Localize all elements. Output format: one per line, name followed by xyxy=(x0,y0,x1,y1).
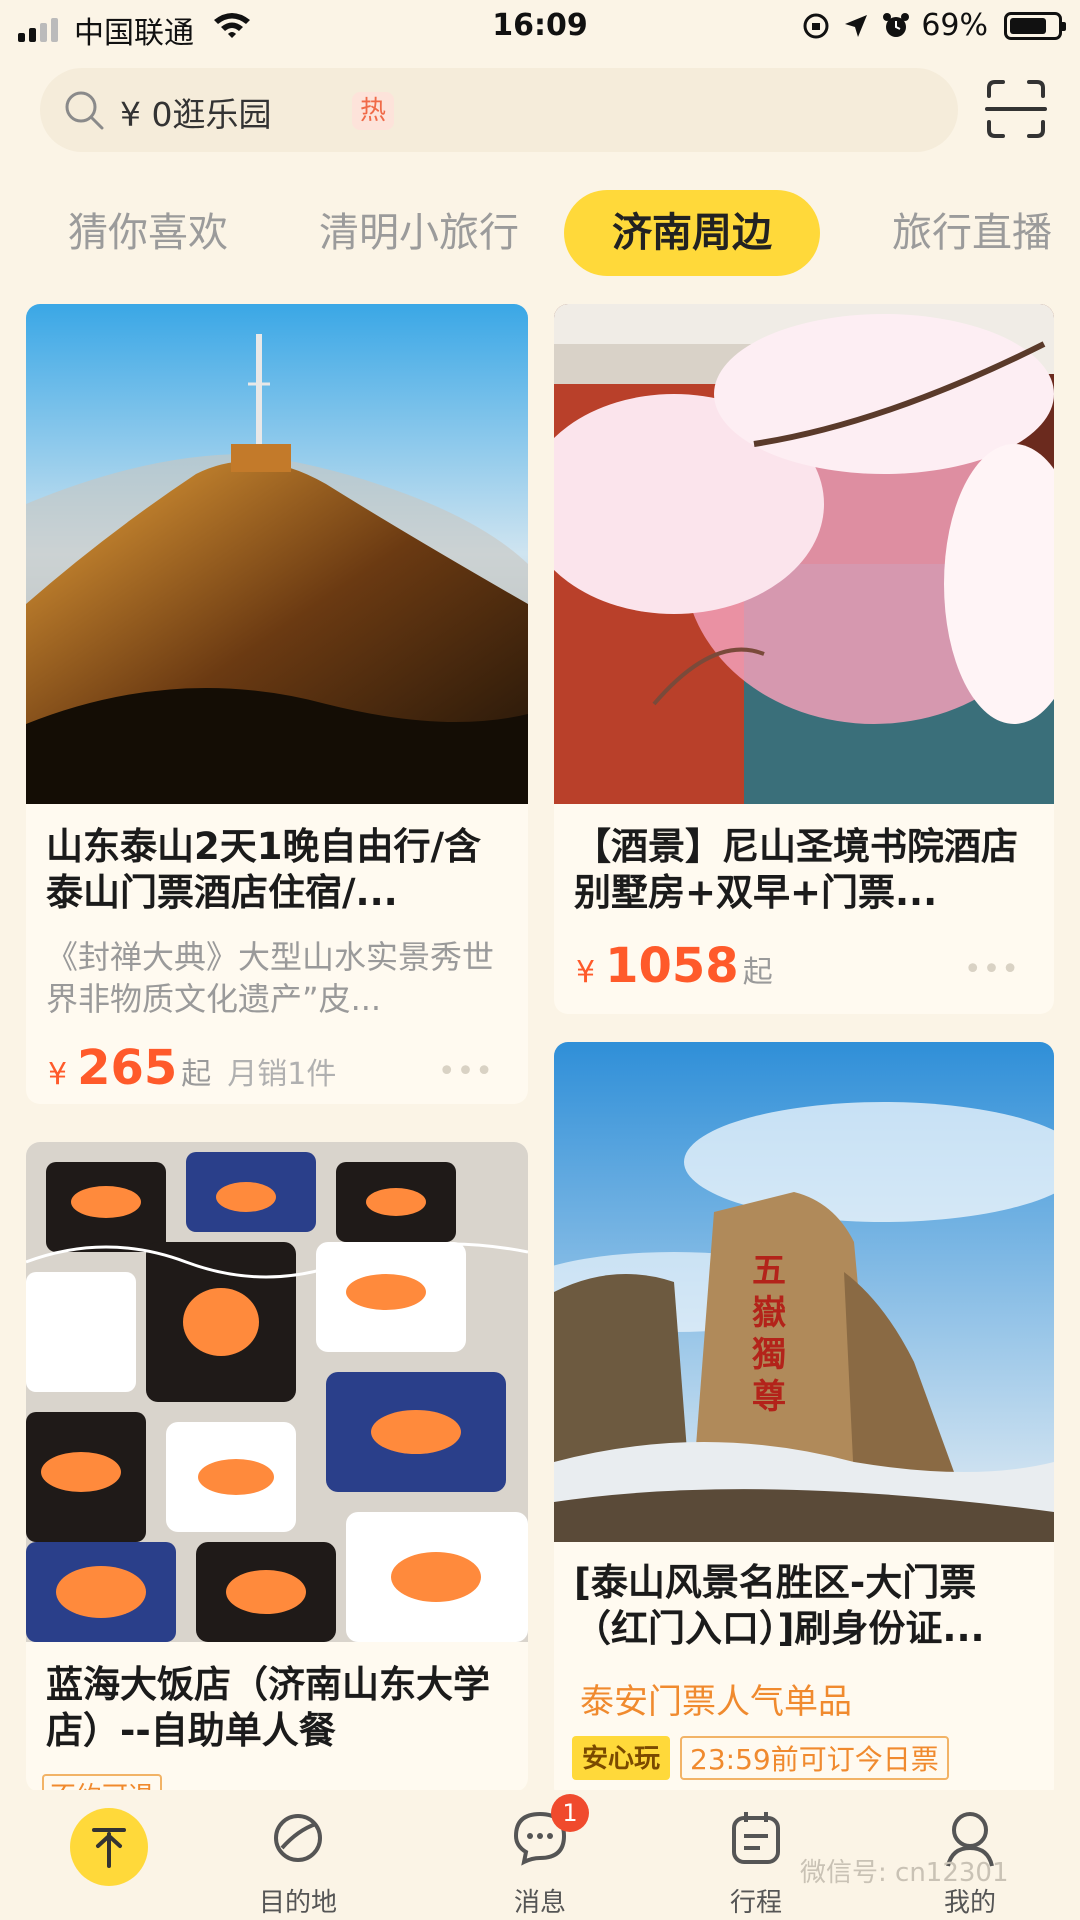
tab-jinan-nearby[interactable]: 济南周边 xyxy=(564,190,820,276)
alarm-icon xyxy=(883,12,910,37)
price-suffix: 起 xyxy=(742,955,773,990)
tab-travel-live[interactable]: 旅行直播 xyxy=(872,190,1072,276)
tab-qingming-trip[interactable]: 清明小旅行 xyxy=(304,190,534,276)
price-row: ¥ 265 起 月销1件 xyxy=(48,1040,336,1096)
safe-play-badge: 安心玩 xyxy=(572,1736,671,1780)
nav-label: 消息 xyxy=(513,1888,566,1918)
price-value: 265 xyxy=(77,1040,178,1096)
status-bar: 中国联通 16:09 69% xyxy=(0,0,1080,54)
more-options-icon[interactable]: ••• xyxy=(964,952,1020,987)
home-top-icon xyxy=(92,1828,126,1868)
product-card-taishan-trip[interactable]: 山东泰山2天1晚自由行/含泰山门票酒店住宿/... 《封禅大典》大型山水实景秀世… xyxy=(26,304,528,1104)
nav-destination[interactable]: 目的地 xyxy=(228,1790,368,1920)
scan-icon[interactable] xyxy=(985,78,1047,140)
search-icon xyxy=(65,91,104,130)
sashimi-buffet-photo xyxy=(26,1142,528,1642)
svg-text:尊: 尊 xyxy=(752,1377,786,1417)
battery-icon xyxy=(1004,11,1066,40)
category-tabs: 猜你喜欢 清明小旅行 济南周边 旅行直播 xyxy=(0,190,1080,282)
nav-messages[interactable]: 消息 xyxy=(470,1790,610,1920)
price-value: 1058 xyxy=(605,938,739,994)
product-card-lanhai-buffet[interactable]: 蓝海大饭店（济南山东大学店）--自助单人餐 不约可退 xyxy=(26,1142,528,1792)
search-bar[interactable]: ¥ 0逛乐园 热 xyxy=(40,68,958,152)
rotation-lock-icon xyxy=(803,13,829,38)
card-subtitle: 《封禅大典》大型山水实景秀世界非物质文化遗产”皮... xyxy=(46,938,495,1018)
product-card-taishan-ticket[interactable]: 五 嶽 獨 尊 [泰山风景名胜区-大门票（红门入口）]刷身份证... 泰安门票人… xyxy=(554,1042,1054,1802)
hot-badge: 热 xyxy=(352,92,394,130)
itinerary-icon xyxy=(732,1812,780,1864)
tab-guess-you-like[interactable]: 猜你喜欢 xyxy=(48,190,248,276)
more-options-icon[interactable]: ••• xyxy=(438,1054,494,1089)
same-day-ticket-badge: 23:59前可订今日票 xyxy=(680,1736,949,1780)
svg-text:五: 五 xyxy=(752,1251,786,1291)
nav-home-button[interactable] xyxy=(70,1808,148,1886)
planet-icon xyxy=(274,1814,322,1862)
monthly-sales: 月销1件 xyxy=(227,1057,337,1092)
watermark: 微信号: cn12301 xyxy=(800,1858,1009,1888)
wuyue-duzun-rock-photo: 五 嶽 獨 尊 xyxy=(554,1042,1054,1542)
svg-text:獨: 獨 xyxy=(752,1335,786,1375)
mountain-summit-photo xyxy=(26,304,528,804)
price-row: ¥ 1058 起 xyxy=(576,938,773,994)
currency-symbol: ¥ xyxy=(48,1057,68,1092)
cherry-blossom-photo xyxy=(554,304,1054,804)
badge-row: 安心玩 23:59前可订今日票 xyxy=(572,1736,949,1780)
message-count-badge: 1 xyxy=(551,1794,589,1832)
location-arrow-icon xyxy=(845,14,868,37)
battery-percent: 69% xyxy=(921,8,988,43)
product-card-nishan-hotel[interactable]: 【酒景】尼山圣境书院酒店别墅房+双早+门票... ¥ 1058 起 ••• xyxy=(554,304,1054,1014)
card-title: 【酒景】尼山圣境书院酒店别墅房+双早+门票... xyxy=(574,825,1018,914)
card-title: 蓝海大饭店（济南山东大学店）--自助单人餐 xyxy=(46,1663,490,1752)
svg-text:嶽: 嶽 xyxy=(752,1293,786,1333)
search-placeholder: ¥ 0逛乐园 xyxy=(120,95,272,134)
currency-symbol: ¥ xyxy=(576,955,596,990)
nav-label: 目的地 xyxy=(258,1888,337,1918)
card-title: [泰山风景名胜区-大门票（红门入口）]刷身份证... xyxy=(574,1561,985,1650)
price-suffix: 起 xyxy=(181,1057,212,1092)
card-title: 山东泰山2天1晚自由行/含泰山门票酒店住宿/... xyxy=(46,825,482,914)
popular-highlight: 泰安门票人气单品 xyxy=(580,1682,852,1722)
